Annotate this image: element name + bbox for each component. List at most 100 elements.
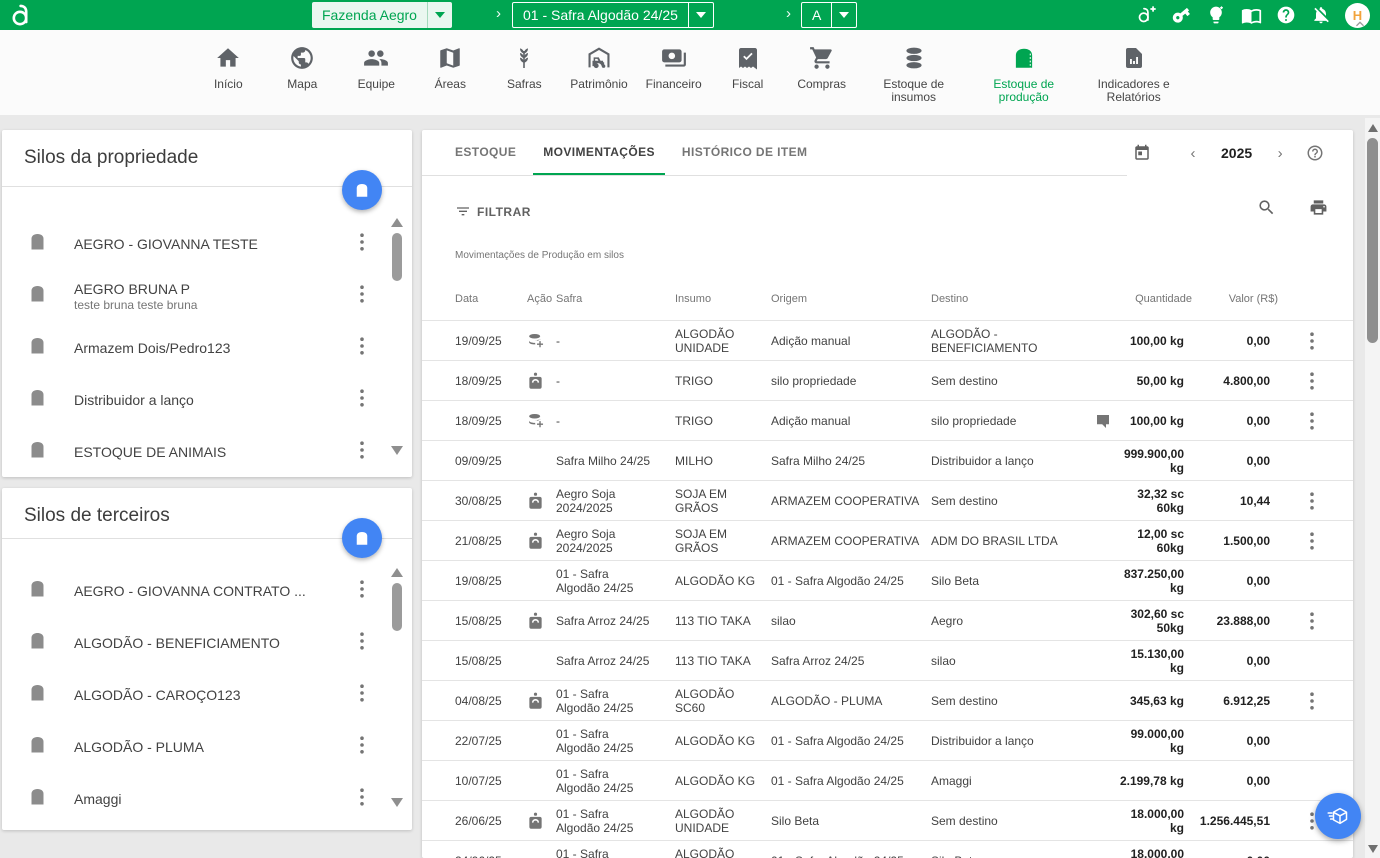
scroll-thumb[interactable]: [392, 583, 402, 631]
book-icon[interactable]: [1240, 4, 1262, 26]
cell-date: 26/06/25: [455, 814, 527, 828]
silo-list-item[interactable]: AEGRO BRUNA Pteste bruna teste bruna: [2, 270, 388, 322]
page-scroll-thumb[interactable]: [1367, 138, 1378, 343]
calendar-icon[interactable]: [1133, 130, 1151, 176]
cell-action: [527, 532, 556, 550]
nav-collapse-chevron-up-icon[interactable]: [1352, 16, 1368, 37]
nav-item-fiscal[interactable]: Fiscal: [720, 44, 776, 91]
table-row[interactable]: 26/06/2501 - Safra Algodão 24/25ALGODÃO …: [422, 800, 1353, 840]
cell-note[interactable]: [1095, 413, 1119, 429]
item-menu-button[interactable]: [350, 736, 374, 759]
scroll-down-arrow[interactable]: [391, 798, 403, 807]
nav-item-estoque-insumos[interactable]: Estoque de insumos: [868, 44, 960, 104]
silo-list-item[interactable]: Amaggi: [2, 773, 388, 825]
col-origem: Origem: [771, 293, 931, 305]
table-row[interactable]: 21/08/25Aegro Soja 2024/2025SOJA EM GRÃO…: [422, 520, 1353, 560]
nav-item-safras[interactable]: Safras: [496, 44, 552, 91]
chevron-down-icon[interactable]: [831, 3, 856, 27]
nav-item-equipe[interactable]: Equipe: [348, 44, 404, 91]
year-prev-button[interactable]: ‹: [1179, 145, 1207, 162]
col-destino: Destino: [931, 293, 1095, 305]
table-row[interactable]: 30/08/25Aegro Soja 2024/2025SOJA EM GRÃO…: [422, 480, 1353, 520]
item-menu-button[interactable]: [350, 788, 374, 811]
print-icon[interactable]: [1309, 198, 1328, 222]
nav-item-mapa[interactable]: Mapa: [274, 44, 330, 91]
nav-item-inicio[interactable]: Início: [200, 44, 256, 91]
scroll-down-arrow[interactable]: [391, 446, 403, 455]
row-menu-button[interactable]: [1278, 532, 1353, 550]
nav-item-areas[interactable]: Áreas: [422, 44, 478, 91]
cell-destino: Amaggi: [931, 774, 1095, 788]
nav-item-compras[interactable]: Compras: [794, 44, 850, 91]
season-selector[interactable]: 01 - Safra Algodão 24/25: [512, 2, 714, 28]
scroll-up-arrow[interactable]: [391, 568, 403, 577]
chevron-down-icon[interactable]: [427, 2, 452, 28]
cell-date: 09/09/25: [455, 454, 527, 468]
table-row[interactable]: 18/09/25-TRIGOsilo propriedadeSem destin…: [422, 360, 1353, 400]
item-menu-button[interactable]: [350, 441, 374, 464]
table-row[interactable]: 22/07/2501 - Safra Algodão 24/25ALGODÃO …: [422, 720, 1353, 760]
item-menu-button[interactable]: [350, 580, 374, 603]
aegro-logo-icon[interactable]: [8, 2, 34, 33]
add-silo-terceiros-button[interactable]: [342, 518, 382, 558]
silo-list-item[interactable]: ESTOQUE DE ANIMAIS: [2, 426, 388, 477]
page-scroll-down-arrow[interactable]: [1368, 845, 1378, 853]
farm-selector[interactable]: Fazenda Aegro: [312, 2, 452, 28]
row-menu-button[interactable]: [1278, 612, 1353, 630]
notifications-off-icon[interactable]: [1310, 4, 1332, 26]
table-row[interactable]: 15/08/25Safra Arroz 24/25113 TIO TAKASaf…: [422, 640, 1353, 680]
table-row[interactable]: 18/09/25-TRIGOAdição manualsilo propried…: [422, 400, 1353, 440]
silo-list-item[interactable]: Distribuidor a lanço: [2, 374, 388, 426]
table-row[interactable]: 19/08/2501 - Safra Algodão 24/25ALGODÃO …: [422, 560, 1353, 600]
item-menu-button[interactable]: [350, 337, 374, 360]
year-next-button[interactable]: ›: [1266, 145, 1294, 162]
help-icon[interactable]: [1275, 4, 1297, 26]
silo-list-item[interactable]: ALGODÃO - PLUMA: [2, 721, 388, 773]
item-menu-button[interactable]: [350, 285, 374, 308]
row-menu-button[interactable]: [1278, 372, 1353, 390]
row-menu-button[interactable]: [1278, 692, 1353, 710]
new-movement-button[interactable]: [1315, 793, 1361, 839]
chevron-down-icon[interactable]: [688, 3, 713, 27]
table-row[interactable]: 24/06/2501 - Safra Algodão 24/25ALGODÃO …: [422, 840, 1353, 858]
table-row[interactable]: 10/07/2501 - Safra Algodão 24/25ALGODÃO …: [422, 760, 1353, 800]
table-row[interactable]: 09/09/25Safra Milho 24/25MILHOSafra Milh…: [422, 440, 1353, 480]
table-row[interactable]: 04/08/2501 - Safra Algodão 24/25ALGODÃO …: [422, 680, 1353, 720]
page-scroll-up-arrow[interactable]: [1368, 124, 1378, 132]
aegro-plus-icon[interactable]: [1135, 4, 1157, 26]
silo-list-item[interactable]: ALGODÃO - BENEFICIAMENTO: [2, 617, 388, 669]
search-icon[interactable]: [1257, 198, 1276, 222]
key-icon[interactable]: [1170, 4, 1192, 26]
nav-item-financeiro[interactable]: Financeiro: [646, 44, 702, 91]
nav-item-indicadores[interactable]: Indicadores e Relatórios: [1088, 44, 1180, 104]
silo-list-item[interactable]: AEGRO - GIOVANNA CONTRATO ...: [2, 565, 388, 617]
nav-item-estoque-producao[interactable]: Estoque de produção: [978, 44, 1070, 104]
row-menu-button[interactable]: [1278, 412, 1353, 430]
silo-list-item[interactable]: ALGODÃO - CAROÇO123: [2, 669, 388, 721]
scroll-up-arrow[interactable]: [391, 218, 403, 227]
silo-list-item[interactable]: Armazem Dois/Pedro123: [2, 322, 388, 374]
tab-hist-rico-de-item[interactable]: HISTÓRICO DE ITEM: [672, 130, 817, 175]
row-menu-button[interactable]: [1278, 492, 1353, 510]
cell-quantidade: 18.000,00 kg: [1119, 847, 1192, 858]
filter-button[interactable]: FILTRAR: [455, 204, 531, 220]
tab-estoque[interactable]: ESTOQUE: [445, 130, 526, 175]
item-menu-button[interactable]: [350, 389, 374, 412]
item-menu-button[interactable]: [350, 632, 374, 655]
plot-selector[interactable]: A: [801, 2, 857, 28]
silo-list-item[interactable]: AEGRO - GIOVANNA TESTE: [2, 218, 388, 270]
item-menu-button[interactable]: [350, 684, 374, 707]
lightbulb-plus-icon[interactable]: [1205, 4, 1227, 26]
nav-item-patrimonio[interactable]: Patrimônio: [570, 44, 627, 91]
table-row[interactable]: 15/08/25Safra Arroz 24/25113 TIO TAKAsil…: [422, 600, 1353, 640]
table-row[interactable]: 19/09/25-ALGODÃO UNIDADEAdição manualALG…: [422, 320, 1353, 360]
add-silo-propriedade-button[interactable]: [342, 170, 382, 210]
help-outline-icon[interactable]: [1306, 130, 1324, 176]
tab-movimenta-es[interactable]: MOVIMENTAÇÕES: [533, 130, 665, 175]
row-menu-button[interactable]: [1278, 332, 1353, 350]
cell-quantidade: 18.000,00 kg: [1119, 807, 1192, 835]
cell-action: [527, 812, 556, 830]
scroll-thumb[interactable]: [392, 233, 402, 281]
item-menu-button[interactable]: [350, 233, 374, 256]
cell-date: 18/09/25: [455, 374, 527, 388]
